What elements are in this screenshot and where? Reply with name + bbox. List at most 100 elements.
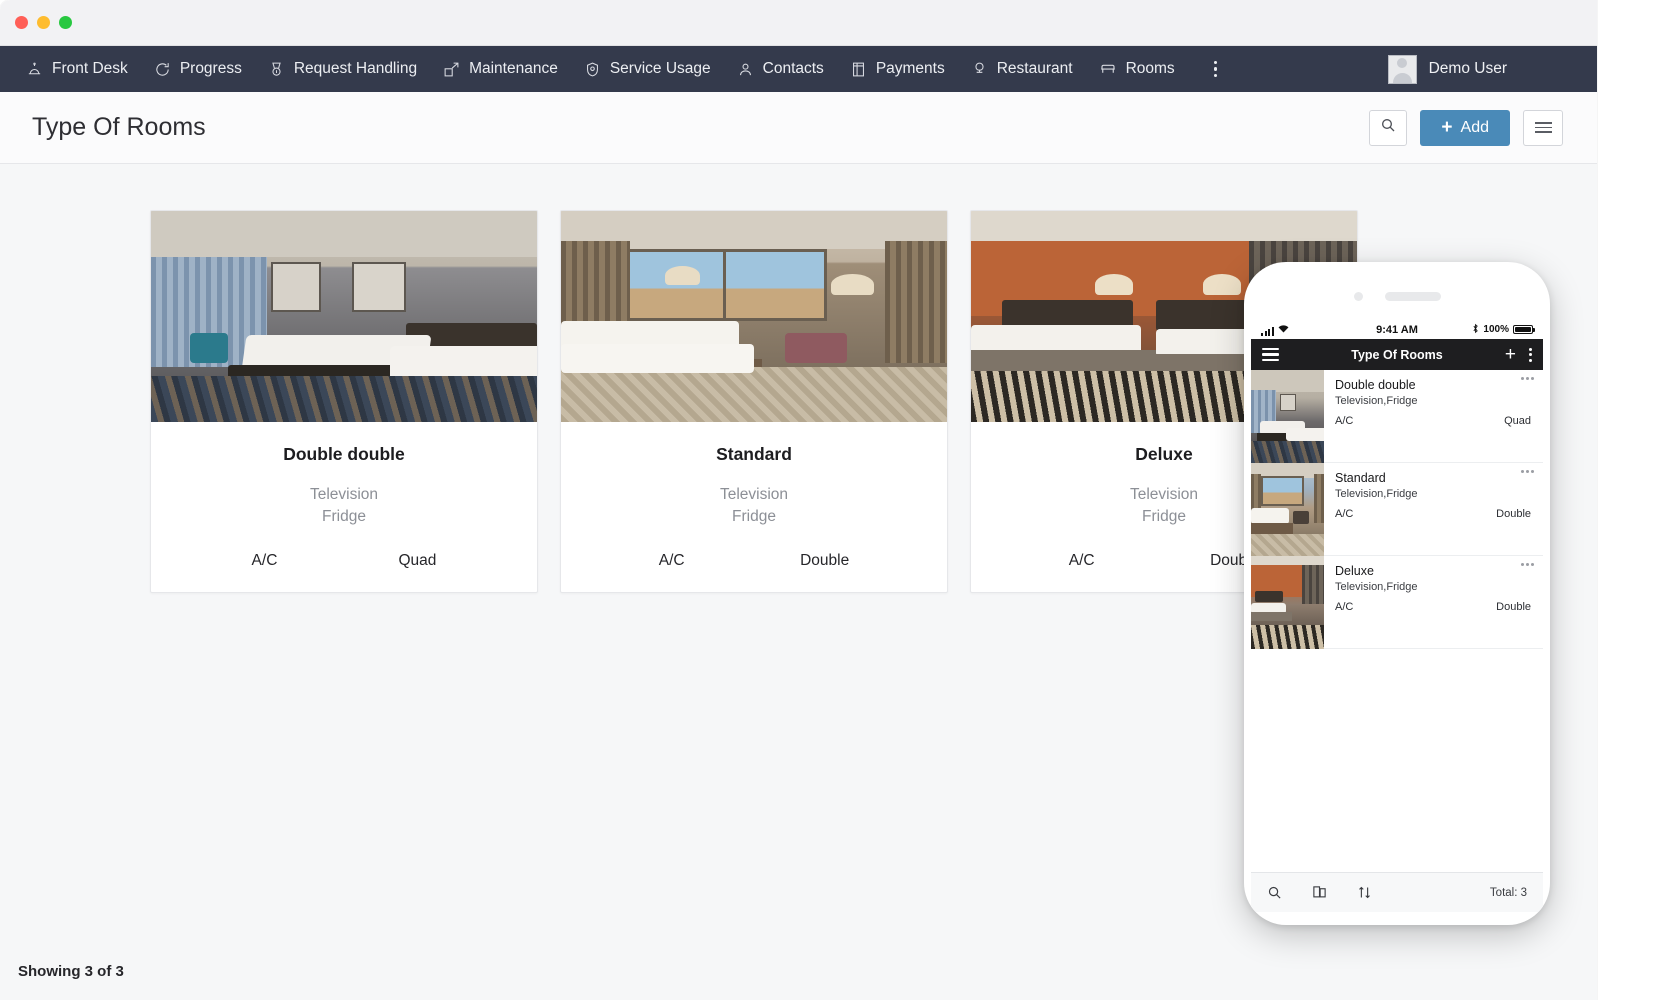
nav-label: Payments <box>875 60 945 77</box>
main-navigation-bar: Front Desk Progress Request Handling Mai… <box>0 46 1597 92</box>
window-close-button[interactable] <box>15 16 28 29</box>
card-ac-label: A/C <box>251 552 278 569</box>
nav-item-progress[interactable]: Progress <box>154 46 242 92</box>
chef-hat-icon <box>971 61 988 78</box>
card-footer: A/C Quad <box>151 552 537 570</box>
nav-item-payments[interactable]: Payments <box>850 46 945 92</box>
nav-label: Request Handling <box>293 60 418 77</box>
search-button[interactable] <box>1369 109 1408 146</box>
card-occupancy-label: Double <box>800 552 850 569</box>
list-item-ac: A/C <box>1335 508 1354 520</box>
card-icon <box>850 61 867 78</box>
window-titlebar <box>0 0 1597 46</box>
card-title: Double double <box>283 444 405 464</box>
list-item-occupancy: Double <box>1496 601 1531 613</box>
duplicate-icon[interactable] <box>1312 885 1327 900</box>
room-type-card[interactable]: Standard Television Fridge A/C Double <box>560 210 948 593</box>
nav-item-contacts[interactable]: Contacts <box>737 46 824 92</box>
phone-mockup: 9:41 AM 100% Type Of Rooms + Double doub… <box>1244 262 1550 925</box>
list-item-occupancy: Double <box>1496 508 1531 520</box>
room-image-standard <box>561 211 947 422</box>
add-button-label: Add <box>1460 118 1489 136</box>
list-item-meta: A/C Quad <box>1335 415 1531 427</box>
nav-label: Rooms <box>1125 60 1175 77</box>
phone-app-bar-actions: + <box>1505 345 1532 364</box>
list-item-occupancy: Quad <box>1504 415 1531 427</box>
user-avatar-icon <box>1387 54 1417 84</box>
phone-screen: 9:41 AM 100% Type Of Rooms + Double doub… <box>1251 320 1543 912</box>
plus-icon[interactable]: + <box>1505 345 1516 364</box>
expand-arrow-icon <box>443 61 460 78</box>
horizontal-dots-icon[interactable] <box>1520 377 1534 380</box>
nav-item-rooms[interactable]: Rooms <box>1099 46 1175 92</box>
status-bar-time: 9:41 AM <box>1376 323 1418 336</box>
list-item[interactable]: Standard Television,Fridge A/C Double <box>1251 463 1543 556</box>
card-ac-label: A/C <box>658 552 685 569</box>
nav-item-restaurant[interactable]: Restaurant <box>971 46 1073 92</box>
card-feature: Television <box>309 486 379 503</box>
card-feature: Fridge <box>732 508 776 526</box>
list-item-subtitle: Television,Fridge <box>1335 581 1418 593</box>
page-header: Type Of Rooms + Add <box>0 92 1597 164</box>
user-name-label: Demo User <box>1428 60 1507 77</box>
earpiece-speaker <box>1384 291 1441 301</box>
front-camera-icon <box>1353 291 1363 301</box>
list-item-info: Double double Television,Fridge A/C Quad <box>1324 370 1543 462</box>
bed-icon <box>1099 60 1117 78</box>
showing-count-label: Showing 3 of 3 <box>18 963 124 980</box>
refresh-icon <box>154 61 171 78</box>
horizontal-dots-icon[interactable] <box>1520 470 1534 473</box>
phone-bottom-toolbar: Total: 3 <box>1251 872 1543 912</box>
hamburger-icon[interactable] <box>1262 348 1279 361</box>
list-view-icon[interactable] <box>1523 109 1563 146</box>
list-item[interactable]: Double double Television,Fridge A/C Quad <box>1251 370 1543 463</box>
list-item-thumbnail <box>1251 556 1324 649</box>
nav-label: Service Usage <box>609 60 711 77</box>
horizontal-dots-icon[interactable] <box>1520 563 1534 566</box>
room-type-card[interactable]: Double double Television Fridge A/C Quad <box>150 210 538 593</box>
medal-icon <box>268 61 285 78</box>
bell-icon <box>26 61 43 78</box>
header-actions: + Add <box>1369 109 1563 146</box>
nav-item-maintenance[interactable]: Maintenance <box>443 46 558 92</box>
list-item[interactable]: Deluxe Television,Fridge A/C Double <box>1251 556 1543 649</box>
phone-app-title: Type Of Rooms <box>1351 347 1443 362</box>
list-item-title: Double double <box>1335 378 1416 392</box>
add-button[interactable]: + Add <box>1420 109 1510 146</box>
list-item-meta: A/C Double <box>1335 601 1531 613</box>
shield-icon <box>584 61 601 78</box>
card-footer: A/C Double <box>561 552 947 570</box>
window-maximize-button[interactable] <box>59 16 72 29</box>
list-item-ac: A/C <box>1335 601 1354 613</box>
nav-item-request-handling[interactable]: Request Handling <box>268 46 417 92</box>
vertical-dots-icon[interactable] <box>1529 347 1532 362</box>
sort-arrows-icon[interactable] <box>1357 885 1372 900</box>
window-minimize-button[interactable] <box>37 16 50 29</box>
battery-full-icon <box>1513 325 1535 334</box>
list-item-info: Standard Television,Fridge A/C Double <box>1324 463 1543 555</box>
card-feature: Television <box>719 486 789 503</box>
phone-status-bar: 9:41 AM 100% <box>1251 320 1543 339</box>
vertical-dots-icon[interactable] <box>1205 46 1227 92</box>
nav-label: Front Desk <box>52 60 128 77</box>
list-item-subtitle: Television,Fridge <box>1335 395 1418 407</box>
list-item-title: Deluxe <box>1335 564 1374 578</box>
person-icon <box>737 61 754 78</box>
card-body: Standard Television Fridge A/C Double <box>561 422 947 592</box>
phone-app-bar: Type Of Rooms + <box>1251 339 1543 370</box>
card-feature: Fridge <box>322 508 366 526</box>
card-occupancy-label: Quad <box>398 552 437 569</box>
card-body: Double double Television Fridge A/C Quad <box>151 422 537 592</box>
nav-label: Maintenance <box>469 60 558 77</box>
total-count-label: Total: 3 <box>1489 886 1527 899</box>
phone-top-bezel <box>1244 262 1550 320</box>
nav-label: Progress <box>179 60 242 77</box>
list-item-title: Standard <box>1335 471 1386 485</box>
user-menu[interactable]: Demo User <box>1387 46 1507 92</box>
list-item-meta: A/C Double <box>1335 508 1531 520</box>
nav-item-service-usage[interactable]: Service Usage <box>584 46 711 92</box>
nav-item-front-desk[interactable]: Front Desk <box>26 46 128 92</box>
nav-label: Contacts <box>762 60 824 77</box>
room-image-double-double <box>151 211 537 422</box>
search-icon[interactable] <box>1267 885 1282 900</box>
